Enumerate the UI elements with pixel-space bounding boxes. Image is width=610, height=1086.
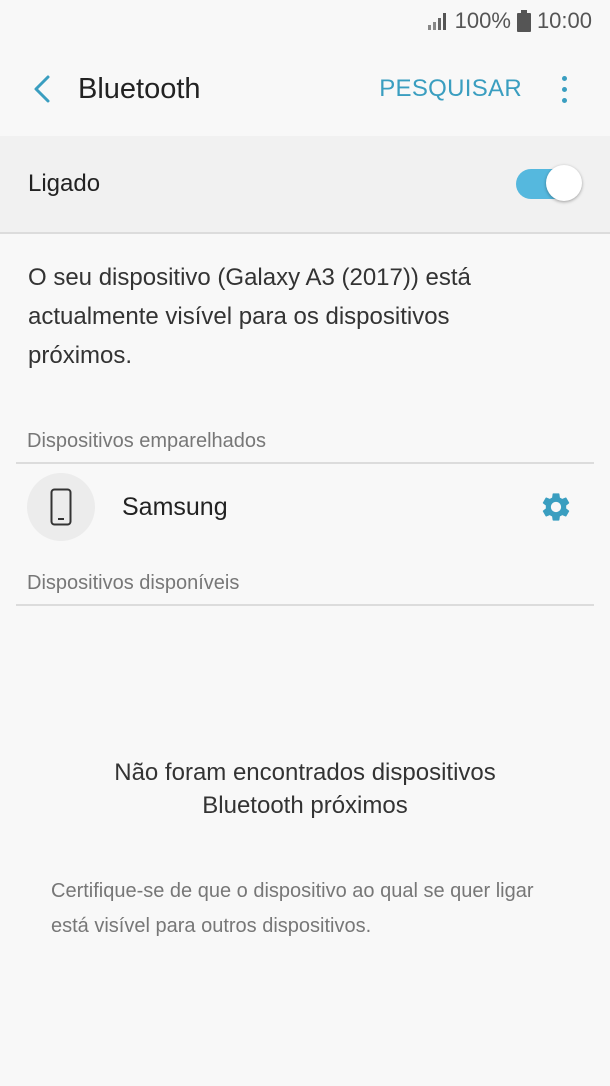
gear-icon xyxy=(542,493,570,521)
device-name: Samsung xyxy=(122,492,228,521)
status-bar: 100% 10:00 xyxy=(0,0,610,42)
toggle-knob xyxy=(546,165,582,201)
more-vertical-icon-dot xyxy=(561,97,567,103)
paired-devices-header: Dispositivos emparelhados xyxy=(16,430,594,464)
visibility-hint: Certifique-se de que o dispositivo ao qu… xyxy=(51,880,534,937)
battery-percentage: 100% xyxy=(454,8,511,33)
page-title: Bluetooth xyxy=(78,72,201,105)
available-devices-header: Dispositivos disponíveis xyxy=(16,572,594,606)
more-vertical-icon-dot xyxy=(561,86,567,92)
bluetooth-toggle[interactable] xyxy=(516,165,582,201)
back-arrow-icon xyxy=(34,75,50,103)
bluetooth-settings-screen: 100% 10:00 Bluetooth PESQUISAR Ligado O … xyxy=(0,0,610,1086)
back-button[interactable] xyxy=(22,69,62,109)
smartphone-icon xyxy=(50,488,72,526)
device-settings-button[interactable] xyxy=(536,487,576,527)
no-devices-line1: Não foram encontrados dispositivos xyxy=(114,759,496,786)
paired-device-item[interactable]: Samsung xyxy=(16,468,594,546)
more-options-button[interactable] xyxy=(552,69,576,109)
bluetooth-master-switch-row[interactable]: Ligado xyxy=(0,136,610,234)
no-devices-found-message: Não foram encontrados dispositivos Bluet… xyxy=(0,756,610,822)
visibility-description: O seu dispositivo (Galaxy A3 (2017)) est… xyxy=(28,264,471,369)
signal-icon xyxy=(427,13,446,30)
more-vertical-icon xyxy=(561,75,567,81)
app-bar: Bluetooth PESQUISAR xyxy=(0,42,610,138)
device-icon-container xyxy=(27,473,95,541)
search-button[interactable]: PESQUISAR xyxy=(379,75,522,103)
switch-label: Ligado xyxy=(28,170,101,197)
battery-icon xyxy=(516,10,531,32)
clock: 10:00 xyxy=(536,8,592,33)
no-devices-line2: Bluetooth próximos xyxy=(202,792,408,819)
